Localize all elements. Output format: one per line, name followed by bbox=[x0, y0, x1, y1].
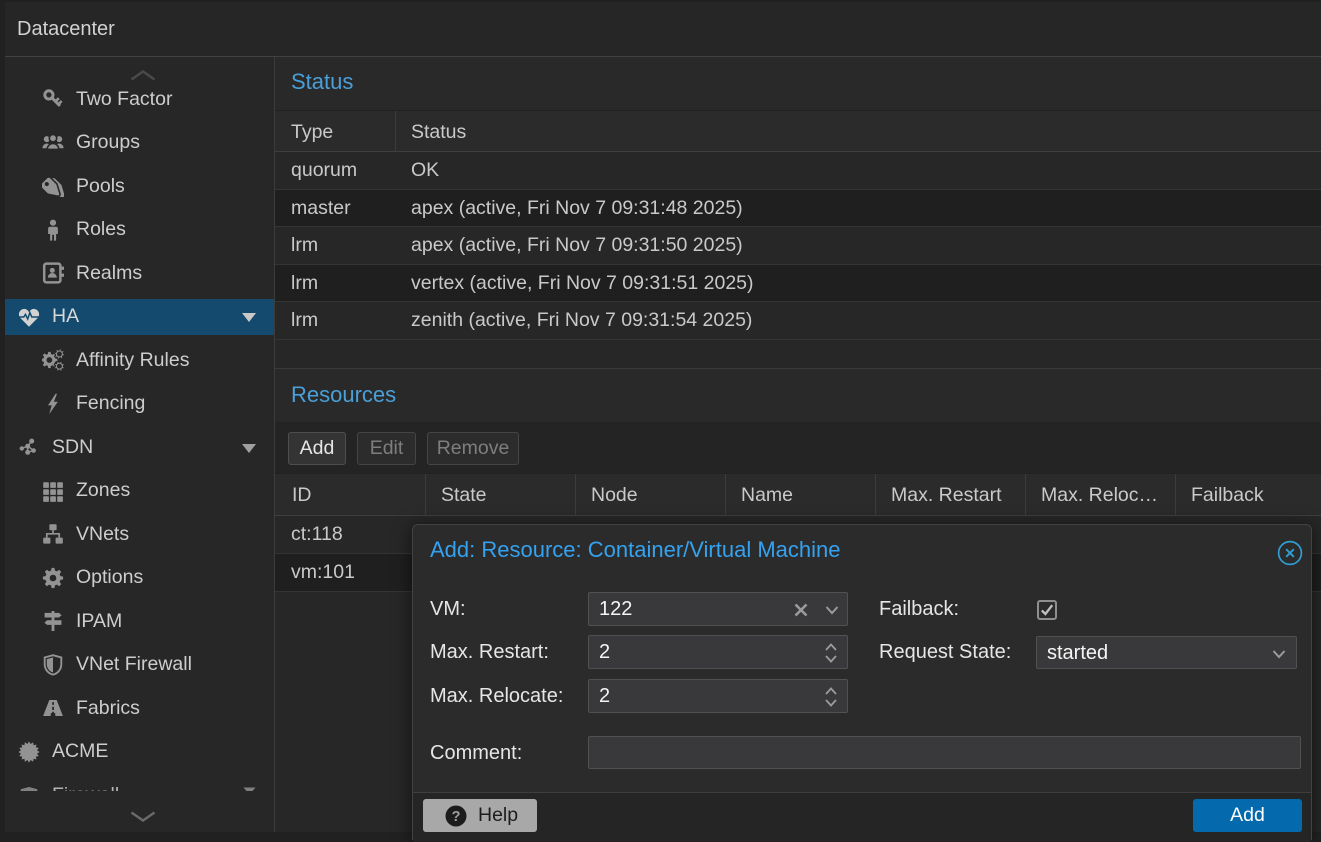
svg-text:?: ? bbox=[452, 809, 461, 825]
